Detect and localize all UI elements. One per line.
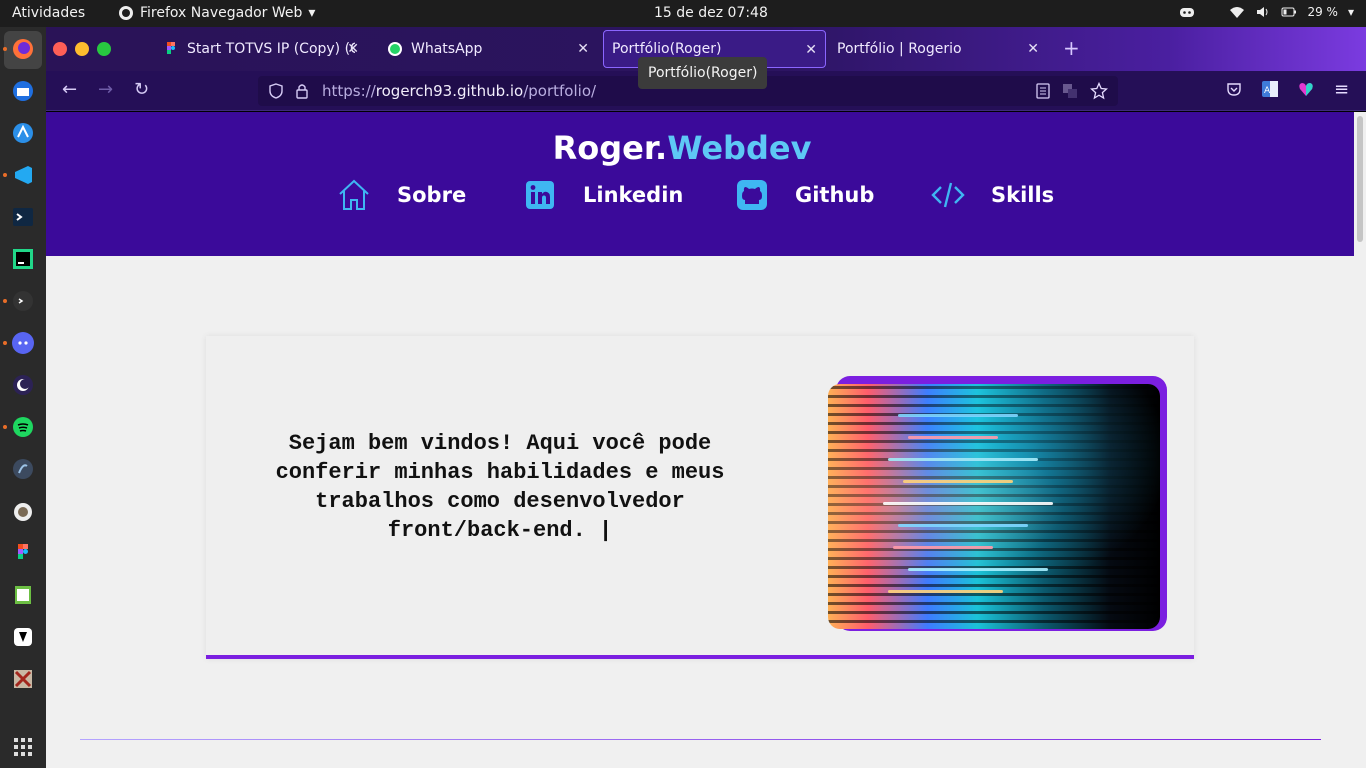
app-menu[interactable]: Firefox Navegador Web ▾ [118,5,315,21]
new-tab-button[interactable]: + [1063,38,1080,58]
tab-title: Portfólio | Rogerio [837,41,962,57]
tab-whatsapp[interactable]: WhatsApp ✕ [377,30,597,68]
gimp-icon[interactable] [9,497,37,525]
console-icon[interactable] [9,287,37,315]
tab-portfolio-rogerio[interactable]: Portfólio | Rogerio ✕ [827,30,1047,68]
nav-skills[interactable]: Skills [931,178,1054,212]
firefox-icon[interactable] [9,35,37,63]
wifi-icon [1230,7,1245,18]
close-tab-icon[interactable]: ✕ [1027,41,1039,57]
app-grid-icon[interactable] [9,733,37,761]
tab-title: Portfólio(Roger) [612,41,722,57]
translate-extension-icon[interactable]: A [1262,81,1278,97]
code-line [908,436,998,439]
discord-tray-icon [1180,8,1195,17]
bookmark-star-icon[interactable] [1090,82,1108,100]
reader-view-icon[interactable] [1036,83,1050,99]
url-text[interactable]: https://rogerch93.github.io/portfolio/ [322,82,596,100]
code-screen-image [828,384,1160,629]
battery-percent: 29 % [1307,5,1338,19]
terminal-icon[interactable] [9,203,37,231]
code-line [903,480,1013,483]
nav-linkedin[interactable]: Linkedin [523,178,683,212]
site-brand[interactable]: Roger.Webdev [46,129,1318,167]
reload-icon[interactable]: ↻ [134,81,149,99]
code-icon [931,178,965,212]
running-indicator [3,299,7,303]
code-line [883,502,1053,505]
tab-tooltip: Portfólio(Roger) [638,57,768,89]
close-tab-icon[interactable]: ✕ [347,41,359,57]
nav-label: Linkedin [583,183,684,207]
whatsapp-favicon-icon [388,42,402,56]
running-indicator [3,341,7,345]
app-menu-label: Firefox Navegador Web [140,5,303,21]
maximize-window-button[interactable] [97,42,111,56]
nav-github[interactable]: Github [735,178,874,212]
volume-icon [1257,7,1268,17]
linkedin-icon [523,178,557,212]
inkscape-icon[interactable] [9,623,37,651]
section-divider [80,739,1321,740]
back-arrow-icon[interactable]: ← [62,81,77,99]
close-window-button[interactable] [53,42,67,56]
code-line [898,524,1028,527]
system-top-bar: Atividades Firefox Navegador Web ▾ 15 de… [0,0,1366,27]
battery-icon [1281,7,1297,17]
chevron-down-icon: ▾ [1347,5,1354,19]
pocket-icon[interactable] [1226,81,1242,97]
code-line [893,546,993,549]
chevron-down-icon: ▾ [308,5,316,21]
page-scrollbar[interactable] [1354,112,1366,768]
gedit-icon[interactable] [9,581,37,609]
code-line [908,568,1048,571]
figma-favicon-icon [167,42,175,54]
eclipse-icon[interactable] [9,371,37,399]
tab-title: WhatsApp [411,41,483,57]
vscode-icon[interactable] [9,161,37,189]
translate-icon[interactable] [1062,83,1078,99]
code-line [898,414,1018,417]
activities-button[interactable]: Atividades [12,5,85,21]
hamburger-menu-icon[interactable]: ≡ [1334,79,1349,100]
welcome-text: Sejam bem vindos! Aqui você pode conferi… [275,431,725,543]
system-tray[interactable]: 29 % ▾ [1179,4,1354,20]
nav-label: Sobre [397,183,467,207]
spotify-icon[interactable] [9,413,37,441]
close-tab-icon[interactable]: ✕ [577,41,589,57]
lock-icon [296,84,308,99]
page-viewport: Roger.Webdev Sobre Linkedin Github Skill… [46,112,1354,768]
clock[interactable]: 15 de dez 07:48 [654,5,768,21]
svg-text:A: A [1264,86,1271,96]
running-indicator [3,173,7,177]
dock [0,27,46,768]
nav-sobre[interactable]: Sobre [337,178,466,212]
pycharm-icon[interactable] [9,245,37,273]
running-indicator [3,47,7,51]
tab-title: Start TOTVS IP (Copy) (Co [187,41,355,57]
minimize-window-button[interactable] [75,42,89,56]
running-indicator [3,425,7,429]
home-icon [337,178,371,212]
tools-icon[interactable] [9,665,37,693]
firefox-small-icon [119,6,133,20]
database-icon[interactable] [9,455,37,483]
tab-totvs[interactable]: Start TOTVS IP (Copy) (Co ✕ [153,30,367,68]
welcome-card: Sejam bem vindos! Aqui você pode conferi… [206,336,1194,659]
close-tab-icon[interactable]: ✕ [805,42,817,58]
color-extension-icon[interactable] [1298,81,1314,97]
forward-arrow-icon[interactable]: → [98,81,113,99]
discord-icon[interactable] [9,329,37,357]
site-header: Roger.Webdev Sobre Linkedin Github Skill… [46,112,1354,256]
scrollbar-thumb[interactable] [1357,116,1363,242]
thunderbird-icon[interactable] [9,77,37,105]
figma-icon[interactable] [9,539,37,567]
code-line [888,590,1003,593]
nav-label: Github [795,183,875,207]
app-store-icon[interactable] [9,119,37,147]
github-icon [735,178,769,212]
nav-label: Skills [991,183,1055,207]
code-line [888,458,1038,461]
shield-icon [269,83,283,99]
